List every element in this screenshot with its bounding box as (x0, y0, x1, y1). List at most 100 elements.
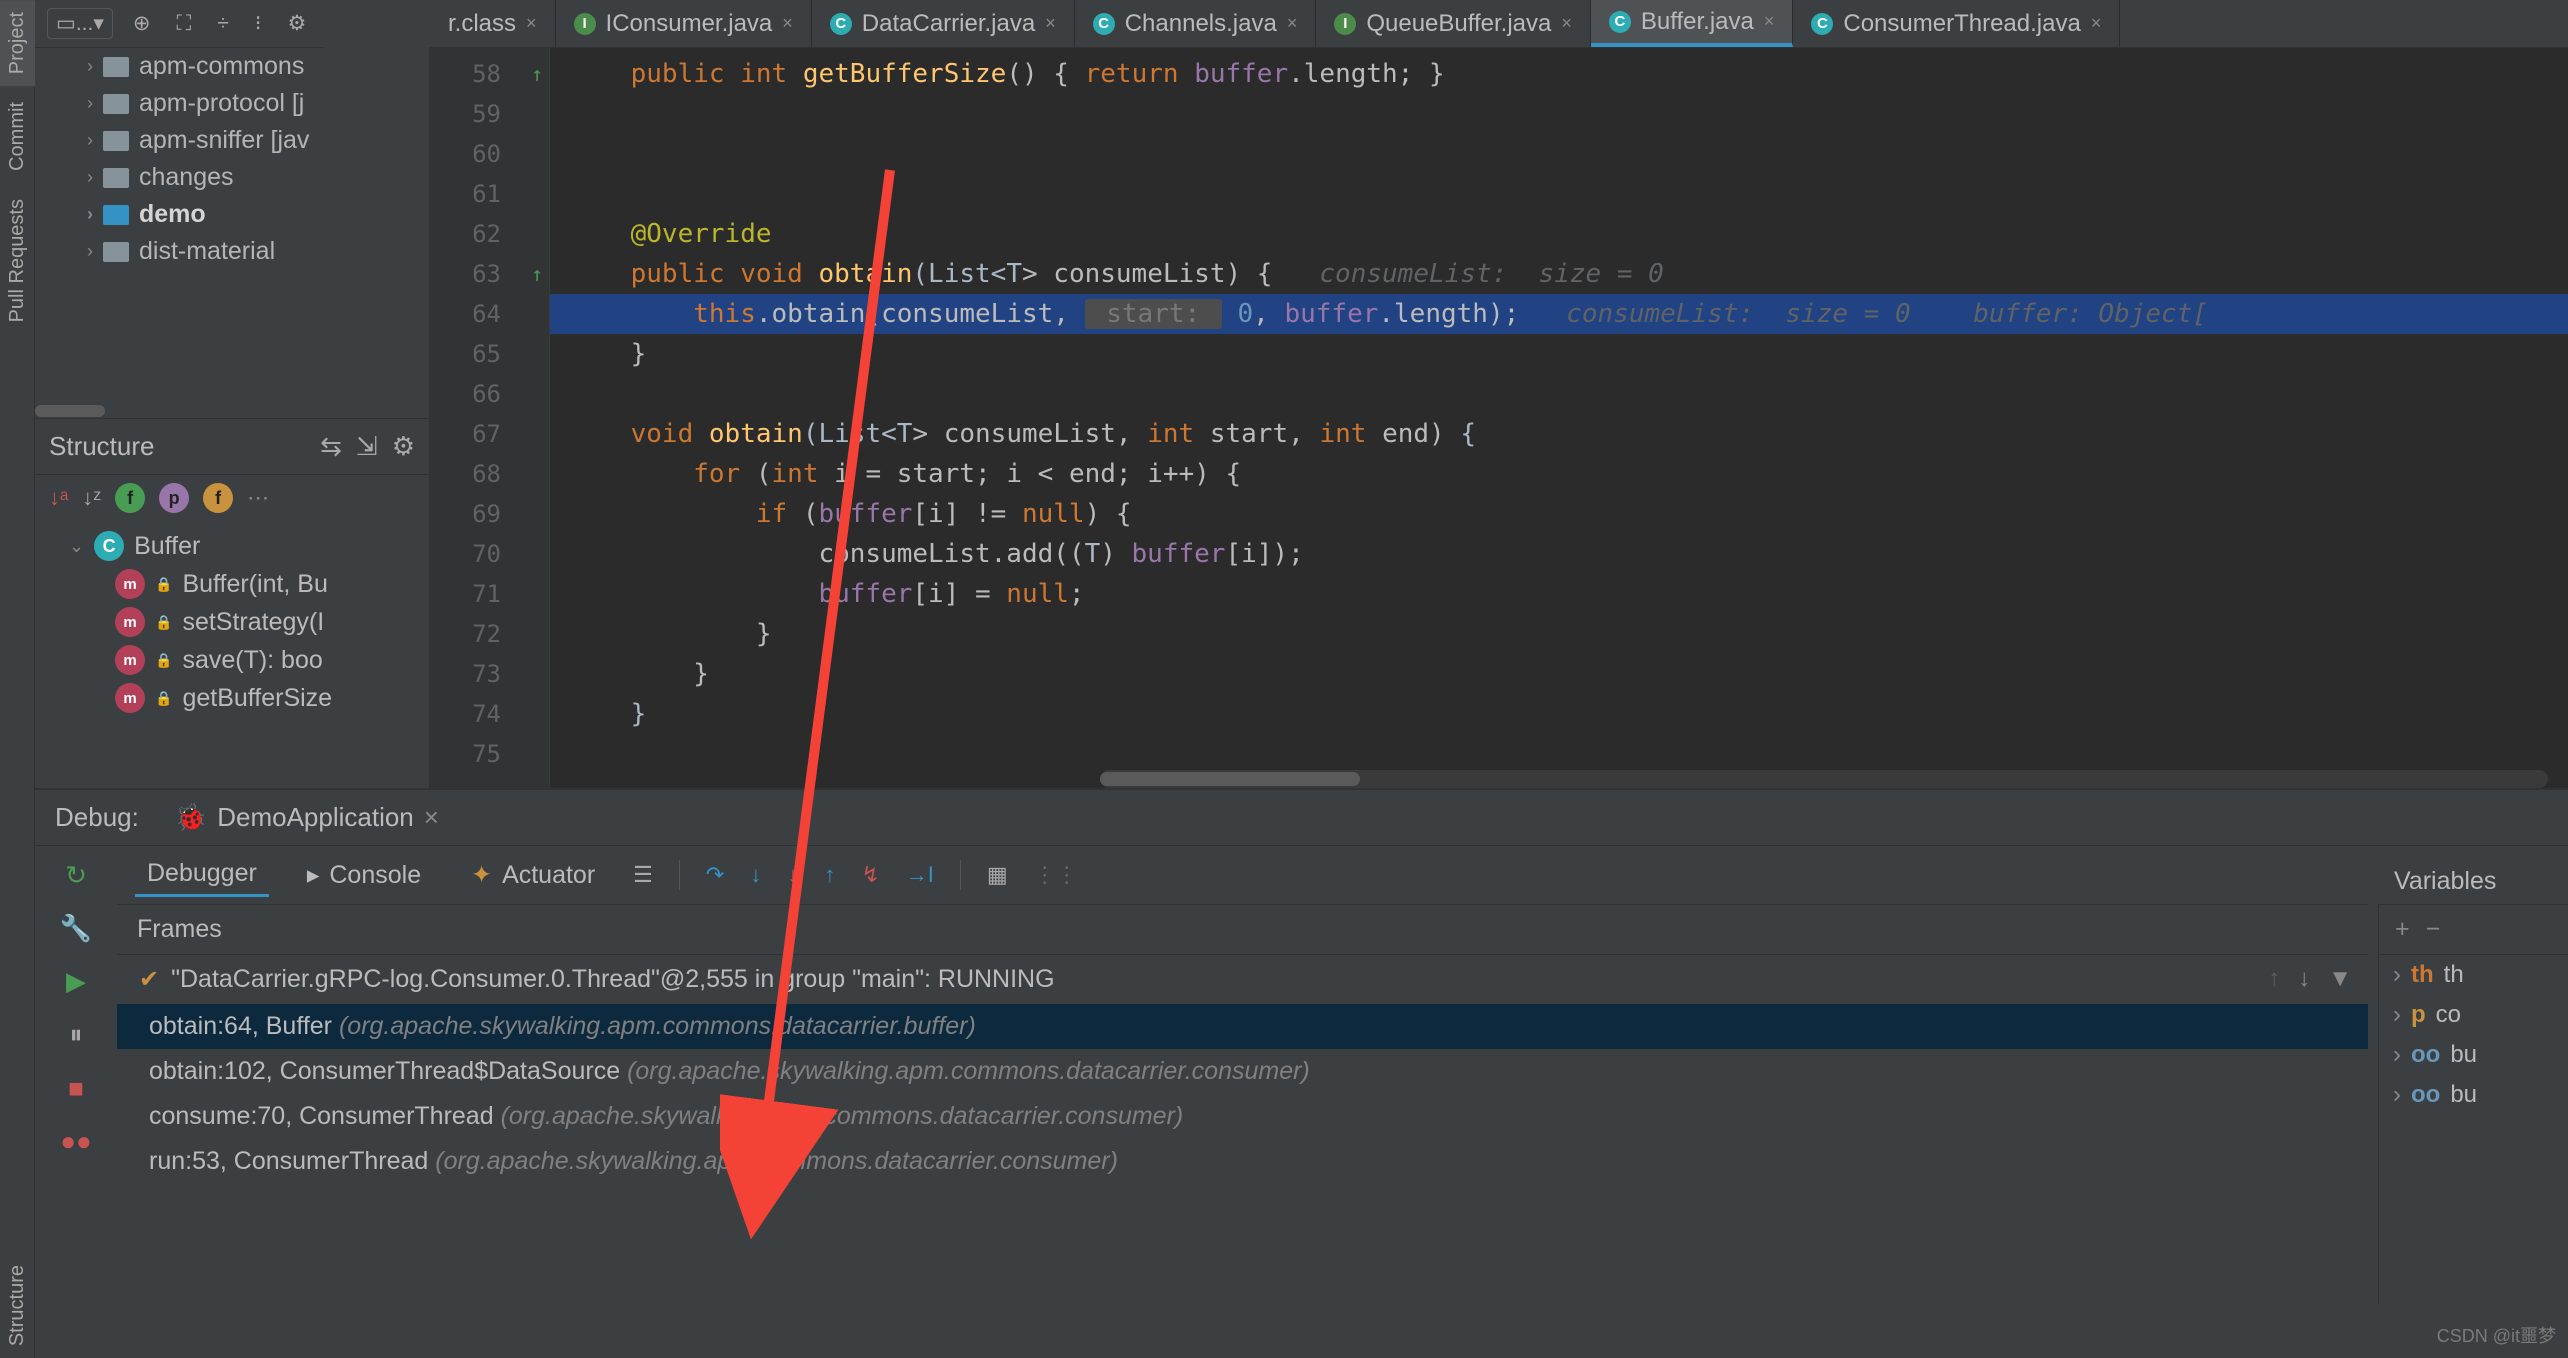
code-line[interactable]: } (550, 654, 2568, 694)
drop-frame-icon[interactable]: ↯ (861, 862, 879, 888)
code-line[interactable]: void obtain(List<T> consumeList, int sta… (550, 414, 2568, 454)
view-mode-dropdown[interactable]: ▭ ... ▾ (47, 8, 113, 39)
actuator-subtab[interactable]: ✦ Actuator (459, 854, 607, 896)
variable-row[interactable]: ›oobu (2379, 1035, 2568, 1075)
expand-icon[interactable]: ⛶ (171, 8, 198, 40)
remove-watch-icon[interactable]: − (2426, 915, 2441, 944)
code-line[interactable]: @Override (550, 214, 2568, 254)
gutter-line[interactable]: 59 (430, 94, 549, 134)
stack-frame[interactable]: obtain:102, ConsumerThread$DataSource (o… (117, 1049, 2368, 1094)
thread-row[interactable]: ✔ "DataCarrier.gRPC-log.Consumer.0.Threa… (117, 955, 2368, 1004)
commit-tab[interactable]: Commit (0, 90, 35, 183)
show-fields-icon[interactable]: f (115, 483, 145, 513)
editor-tab[interactable]: IQueueBuffer.java× (1316, 0, 1591, 47)
step-into-icon[interactable]: ↓ (750, 862, 761, 888)
close-icon[interactable]: × (782, 13, 793, 34)
editor-tab[interactable]: CDataCarrier.java× (812, 0, 1075, 47)
gutter-line[interactable]: 74 (430, 694, 549, 734)
tree-item[interactable]: ›apm-commons (35, 48, 429, 85)
structure-tab-side[interactable]: Structure (0, 1253, 35, 1358)
structure-member[interactable]: m🔒setStrategy(I (35, 603, 429, 641)
stack-frame[interactable]: obtain:64, Buffer (org.apache.skywalking… (117, 1004, 2368, 1049)
gutter-line[interactable]: 64 (430, 294, 549, 334)
trace-icon[interactable]: ⋮⋮ (1034, 862, 1078, 888)
editor-scrollbar[interactable] (1100, 770, 2548, 788)
gutter-line[interactable]: 75 (430, 734, 549, 774)
stop-icon[interactable]: ■ (68, 1073, 84, 1104)
tree-item[interactable]: ›demo (35, 196, 429, 233)
step-out-icon[interactable]: ↑ (824, 862, 835, 888)
code-line[interactable]: } (550, 694, 2568, 734)
gear-icon[interactable]: ⚙ (281, 7, 312, 40)
project-scrollbar[interactable] (35, 404, 429, 418)
gutter-line[interactable]: 71 (430, 574, 549, 614)
gutter-line[interactable]: 68 (430, 454, 549, 494)
gutter-line[interactable]: 70 (430, 534, 549, 574)
show-properties-icon[interactable]: p (159, 483, 189, 513)
collapse-icon[interactable]: ⇆ (320, 431, 342, 462)
code-editor[interactable]: 58↑5960616263↑646566676869707172737475 p… (430, 48, 2568, 788)
next-thread-icon[interactable]: ↓ (2298, 965, 2310, 993)
sort-alpha-icon[interactable]: ↓ᶻ (82, 485, 101, 511)
variable-row[interactable]: ›pco (2379, 995, 2568, 1035)
gutter-line[interactable]: 69 (430, 494, 549, 534)
more-icon[interactable]: ⁝ (249, 7, 268, 40)
show-inherited-icon[interactable]: f (203, 483, 233, 513)
code-line[interactable] (550, 94, 2568, 134)
resume-icon[interactable]: ▶ (66, 966, 86, 997)
step-over-icon[interactable]: ↷ (706, 862, 724, 888)
structure-member[interactable]: m🔒save(T): boo (35, 641, 429, 679)
code-line[interactable]: } (550, 614, 2568, 654)
prev-thread-icon[interactable]: ↑ (2268, 965, 2280, 993)
code-line[interactable]: buffer[i] = null; (550, 574, 2568, 614)
close-icon[interactable]: × (1287, 13, 1298, 34)
expand-all-icon[interactable]: ⇲ (356, 431, 378, 462)
gutter-line[interactable]: 65 (430, 334, 549, 374)
debugger-subtab[interactable]: Debugger (135, 853, 269, 897)
wrench-icon[interactable]: 🔧 (60, 913, 92, 944)
editor-tab[interactable]: r.class× (430, 0, 556, 47)
project-tab[interactable]: Project (0, 0, 35, 86)
code-line[interactable]: public int getBufferSize() { return buff… (550, 54, 2568, 94)
editor-tab[interactable]: CBuffer.java× (1591, 0, 1793, 47)
close-icon[interactable]: × (526, 13, 537, 34)
structure-member[interactable]: m🔒Buffer(int, Bu (35, 565, 429, 603)
variable-row[interactable]: ›thth (2379, 955, 2568, 995)
close-icon[interactable]: × (1764, 11, 1775, 32)
gutter-line[interactable]: 73 (430, 654, 549, 694)
settings-icon[interactable]: ⚙ (392, 431, 415, 462)
close-icon[interactable]: × (424, 802, 439, 833)
gutter-line[interactable]: 61 (430, 174, 549, 214)
editor-tab[interactable]: IIConsumer.java× (556, 0, 812, 47)
tree-item[interactable]: ›dist-material (35, 233, 429, 270)
close-icon[interactable]: × (2091, 13, 2102, 34)
code-line[interactable] (550, 174, 2568, 214)
editor-tab[interactable]: CChannels.java× (1075, 0, 1317, 47)
gutter-line[interactable]: 66 (430, 374, 549, 414)
editor-tab[interactable]: CConsumerThread.java× (1793, 0, 2120, 47)
console-subtab[interactable]: ▸ Console (295, 854, 433, 896)
breakpoints-icon[interactable]: ●● (60, 1126, 91, 1157)
tree-item[interactable]: ›apm-protocol [j (35, 85, 429, 122)
code-line[interactable]: public void obtain(List<T> consumeList) … (550, 254, 2568, 294)
code-line[interactable] (550, 374, 2568, 414)
gutter-line[interactable]: 63↑ (430, 254, 549, 294)
code-line[interactable] (550, 134, 2568, 174)
structure-member[interactable]: m🔒getBufferSize (35, 679, 429, 717)
debug-config[interactable]: 🐞 DemoApplication × (161, 792, 453, 843)
tree-item[interactable]: ›changes (35, 159, 429, 196)
pause-icon[interactable]: ⏸ (69, 1019, 82, 1051)
target-icon[interactable]: ⊕ (127, 7, 157, 40)
close-icon[interactable]: × (1045, 13, 1056, 34)
rerun-icon[interactable]: ↻ (65, 860, 87, 891)
stack-frame[interactable]: run:53, ConsumerThread (org.apache.skywa… (117, 1139, 2368, 1184)
code-line[interactable]: } (550, 334, 2568, 374)
gutter-line[interactable]: 62 (430, 214, 549, 254)
add-watch-icon[interactable]: + (2395, 915, 2410, 944)
threads-icon[interactable]: ☰ (633, 862, 653, 888)
stack-frame[interactable]: consume:70, ConsumerThread (org.apache.s… (117, 1094, 2368, 1139)
pull-requests-tab[interactable]: Pull Requests (0, 187, 35, 334)
code-line[interactable]: consumeList.add((T) buffer[i]); (550, 534, 2568, 574)
tree-item[interactable]: ›apm-sniffer [jav (35, 122, 429, 159)
code-line[interactable] (550, 734, 2568, 774)
